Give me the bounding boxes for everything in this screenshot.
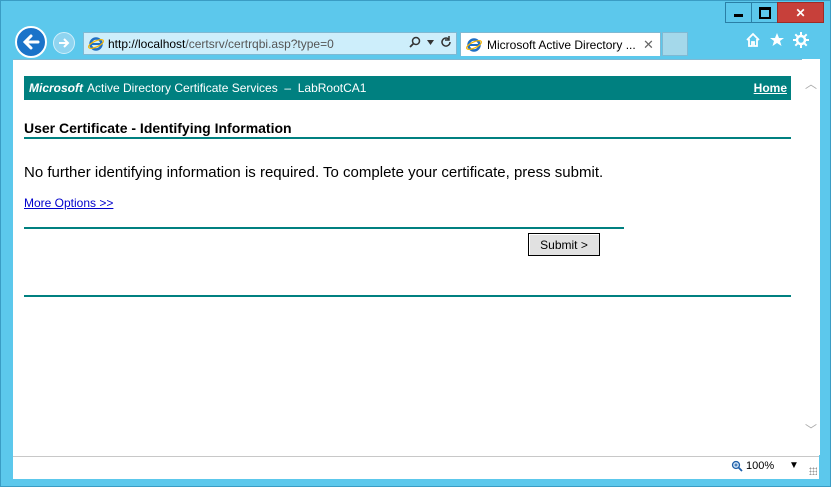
zoom-level: 100% [746,460,775,472]
back-button[interactable] [15,26,47,58]
heading-divider [24,137,791,139]
forward-arrow-icon [59,38,70,48]
home-link[interactable]: Home [754,81,787,95]
zoom-control[interactable]: 100% [731,460,774,472]
more-options-link[interactable]: More Options >> [24,196,113,210]
page-content: Microsoft Active Directory Certificate S… [13,59,819,456]
tab-title: Microsoft Active Directory ... [487,37,636,52]
address-bar[interactable]: http://localhost/certsrv/certrqbi.asp?ty… [83,32,457,55]
url-text: http://localhost/certsrv/certrqbi.asp?ty… [108,37,334,51]
zoom-icon [731,460,743,472]
scroll-down-icon[interactable]: ﹀ [805,421,817,438]
browser-window: ✕ http://localhost/certsrv/certrqbi.asp?… [0,0,831,487]
zoom-dropdown-icon[interactable]: ▼ [789,460,799,471]
banner-title: Active Directory Certificate Services – … [87,81,367,95]
vertical-scrollbar[interactable]: ︿ ﹀ [802,59,820,455]
url-host: http://localhost [108,36,186,51]
status-bar: 100% ▼ [13,456,819,479]
settings-gear-icon[interactable] [793,32,809,48]
search-icon[interactable] [409,36,421,48]
minimize-button[interactable] [725,2,752,23]
back-arrow-icon [22,34,40,50]
tab-close-icon[interactable]: ✕ [643,37,654,53]
submit-button[interactable]: Submit > [528,233,600,256]
favorites-star-icon[interactable] [769,32,785,48]
dropdown-arrow-icon[interactable] [427,39,434,45]
minimize-icon [734,14,743,17]
tab-active[interactable]: Microsoft Active Directory ... ✕ [460,32,661,56]
resize-grip-icon[interactable] [809,467,817,475]
banner-brand: Microsoft [29,81,83,95]
maximize-button[interactable] [751,2,778,23]
ie-tab-icon [466,37,482,52]
forward-button[interactable] [53,32,75,54]
close-window-button[interactable]: ✕ [777,2,824,23]
url-path: /certsrv/certrqbi.asp?type=0 [185,36,334,51]
maximize-icon [758,6,771,19]
footer-divider [24,295,791,297]
address-tools [409,36,452,48]
form-divider [24,227,624,229]
scroll-up-icon[interactable]: ︿ [805,75,817,92]
toolbar-icons [745,32,809,48]
close-icon: ✕ [795,5,806,20]
new-tab-button[interactable] [662,32,688,56]
home-icon[interactable] [745,32,761,48]
ie-logo-icon [88,36,104,51]
page-title: User Certificate - Identifying Informati… [24,120,292,136]
refresh-icon[interactable] [440,36,452,48]
info-message: No further identifying information is re… [24,164,604,181]
header-banner: Microsoft Active Directory Certificate S… [24,76,791,100]
